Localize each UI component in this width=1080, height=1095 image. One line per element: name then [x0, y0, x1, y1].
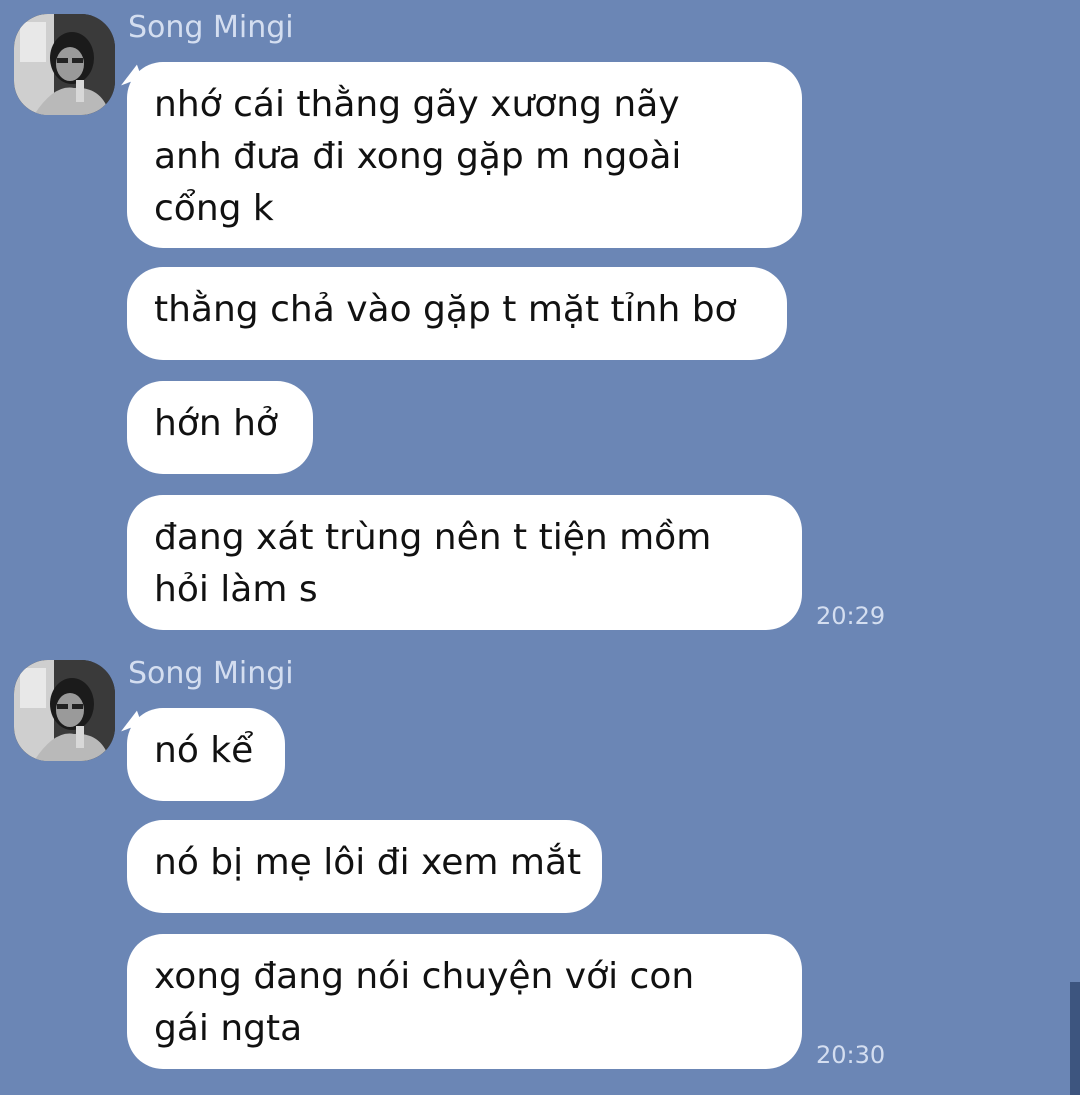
message-text: đang xát trùng nên t tiện mồm — [154, 517, 712, 558]
message-text: gái ngta — [154, 1008, 303, 1049]
message-bubble[interactable]: xong đang nói chuyện với con gái ngta — [127, 934, 802, 1069]
message-text: hỏi làm s — [154, 569, 318, 610]
message-bubble[interactable]: hớn hở — [127, 381, 313, 474]
message-text: thằng chả vào gặp t mặt tỉnh bơ — [154, 289, 737, 330]
message-bubble[interactable]: nhớ cái thằng gãy xương nãy anh đưa đi x… — [127, 62, 802, 248]
message-timestamp: 20:30 — [816, 1041, 886, 1069]
message-text: nhớ cái thằng gãy xương nãy — [154, 84, 680, 125]
message-bubble[interactable]: đang xát trùng nên t tiện mồm hỏi làm s — [127, 495, 802, 630]
message-text: hớn hở — [154, 403, 278, 444]
avatar[interactable] — [14, 14, 115, 115]
message-text: nó kể — [154, 730, 254, 771]
message-timestamp: 20:29 — [816, 602, 886, 630]
message-bubble[interactable]: thằng chả vào gặp t mặt tỉnh bơ — [127, 267, 787, 360]
sender-name: Song Mingi — [128, 656, 294, 691]
scrollbar-thumb[interactable] — [1070, 982, 1080, 1095]
message-bubble[interactable]: nó bị mẹ lôi đi xem mắt — [127, 820, 602, 913]
message-text: nó bị mẹ lôi đi xem mắt — [154, 842, 582, 883]
message-bubble[interactable]: nó kể — [127, 708, 285, 801]
message-text: xong đang nói chuyện với con — [154, 956, 695, 997]
message-text: anh đưa đi xong gặp m ngoài — [154, 136, 682, 177]
message-text: cổng k — [154, 188, 274, 229]
sender-name: Song Mingi — [128, 10, 294, 45]
avatar[interactable] — [14, 660, 115, 761]
